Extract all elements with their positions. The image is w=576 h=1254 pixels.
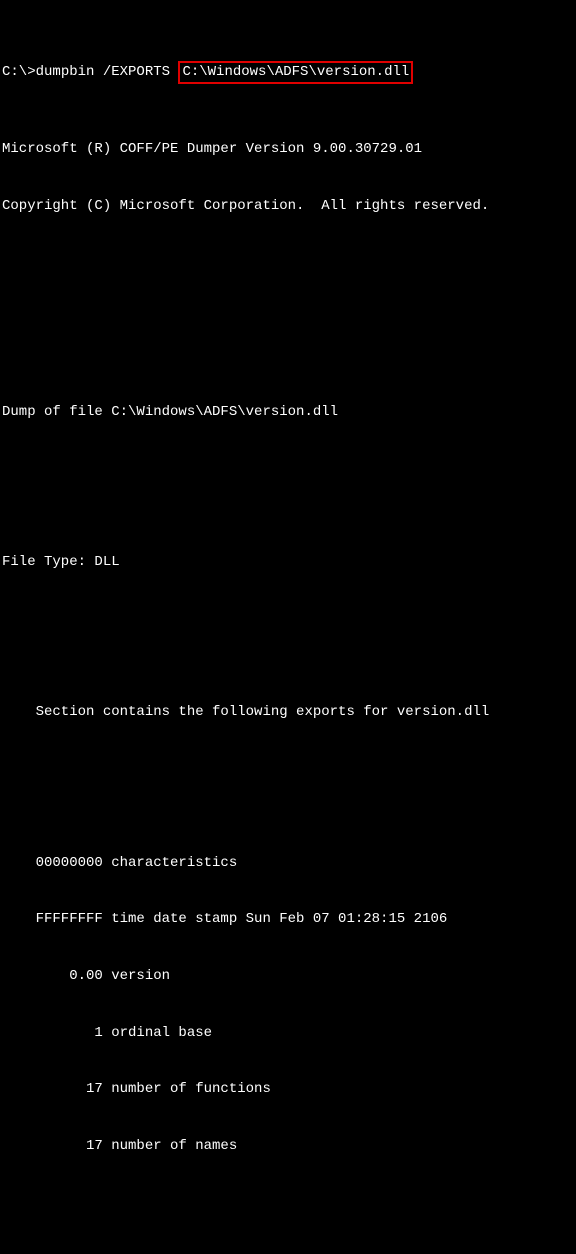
prompt-cwd: C:\> [2, 63, 36, 82]
dump-of-file: Dump of file C:\Windows\ADFS\version.dll [2, 403, 574, 422]
summary-version: 0.00 version [2, 967, 574, 986]
blank-line [2, 478, 574, 496]
command-line[interactable]: C:\>dumpbin /EXPORTS C:\Windows\ADFS\ver… [2, 61, 574, 84]
highlighted-argument: C:\Windows\ADFS\version.dll [178, 61, 413, 84]
banner-line-1: Microsoft (R) COFF/PE Dumper Version 9.0… [2, 140, 574, 159]
summary-characteristics: 00000000 characteristics [2, 854, 574, 873]
banner-line-2: Copyright (C) Microsoft Corporation. All… [2, 197, 574, 216]
command-text: dumpbin /EXPORTS [36, 63, 179, 82]
terminal-output: C:\>dumpbin /EXPORTS C:\Windows\ADFS\ver… [0, 0, 576, 1254]
summary-ordinal-base: 1 ordinal base [2, 1024, 574, 1043]
blank-line [2, 1213, 574, 1231]
blank-line [2, 328, 574, 346]
blank-line [2, 272, 574, 290]
summary-num-names: 17 number of names [2, 1137, 574, 1156]
blank-line [2, 779, 574, 797]
section-header: Section contains the following exports f… [2, 703, 574, 722]
summary-num-functions: 17 number of functions [2, 1080, 574, 1099]
file-type: File Type: DLL [2, 553, 574, 572]
blank-line [2, 629, 574, 647]
summary-timestamp: FFFFFFFF time date stamp Sun Feb 07 01:2… [2, 910, 574, 929]
